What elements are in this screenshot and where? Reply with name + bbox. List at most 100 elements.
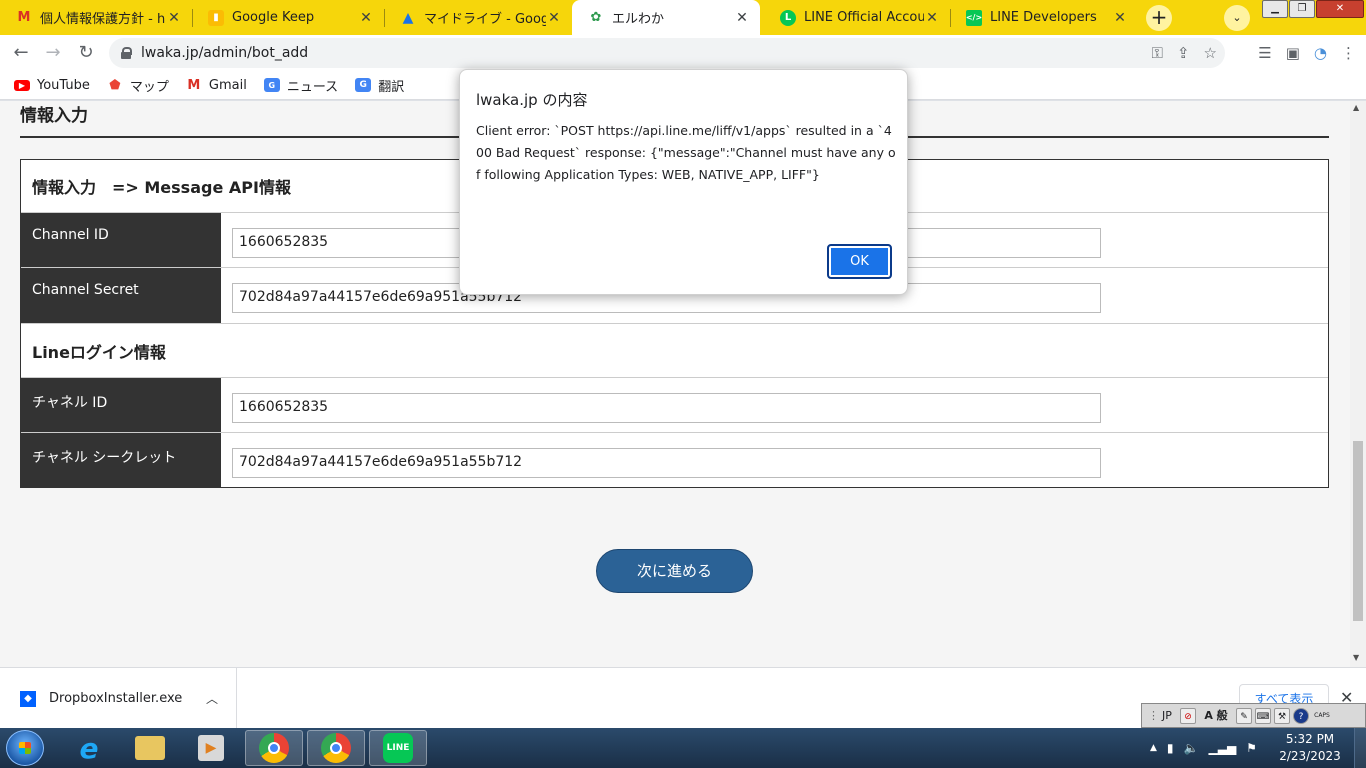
tab-search-button[interactable]: ⌄ <box>1224 5 1250 31</box>
profile-icon[interactable]: ◔ <box>1314 44 1327 62</box>
window-close-button[interactable]: ✕ <box>1316 0 1364 18</box>
bookmark-youtube[interactable]: ▶ YouTube <box>14 78 90 93</box>
line-icon: LINE <box>383 733 413 763</box>
ime-tools-icon[interactable]: ⚒ <box>1274 707 1290 724</box>
login-channel-id-label: チャネル ID <box>21 378 221 432</box>
section-heading: 情報入力 <box>20 106 88 126</box>
close-icon[interactable]: ✕ <box>166 10 182 26</box>
browser-toolbar: ← → ↻ lwaka.jp/admin/bot_add ⚿ ⇪ ☆ ☰ ▣ ◔… <box>0 35 1366 71</box>
bookmark-maps[interactable]: ⬟ マップ <box>107 76 169 95</box>
new-tab-button[interactable]: + <box>1146 5 1172 31</box>
ime-language-bar: ⋮ JP ⊘ A 般 ✎ ⌨ ⚒ ? CAPS <box>1141 703 1366 728</box>
forward-button[interactable]: → <box>40 40 66 66</box>
lock-icon[interactable] <box>121 47 132 59</box>
tab-line-official-account[interactable]: L LINE Official Account ✕ <box>764 0 950 35</box>
ime-dictionary-icon[interactable]: ⌨ <box>1255 707 1271 724</box>
taskbar-chrome-1[interactable] <box>245 730 303 766</box>
keep-icon: ▮ <box>208 9 224 26</box>
more-menu-icon[interactable]: ⋮ <box>1341 44 1356 62</box>
start-button[interactable] <box>6 730 44 766</box>
scrollbar-thumb[interactable] <box>1353 441 1363 621</box>
tab-line-developers[interactable]: </> LINE Developers ✕ <box>950 0 1138 35</box>
reload-button[interactable]: ↻ <box>73 40 99 66</box>
download-item[interactable]: ◆ DropboxInstaller.exe ︿ <box>0 668 237 729</box>
login-channel-id-input[interactable]: 1660652835 <box>232 393 1101 423</box>
show-hidden-icons-icon[interactable]: ▲ <box>1150 743 1157 753</box>
taskbar-media-player[interactable]: ▶ <box>182 730 240 766</box>
channel-secret-label: Channel Secret <box>21 268 221 323</box>
news-icon: G <box>263 78 280 92</box>
bookmark-star-icon[interactable]: ☆ <box>1204 44 1217 62</box>
ime-pad-icon[interactable]: ✎ <box>1236 707 1252 724</box>
network-icon[interactable]: ▁▃▅ <box>1208 741 1236 755</box>
scroll-up-icon[interactable]: ▲ <box>1353 103 1359 112</box>
tab-google-keep[interactable]: ▮ Google Keep ✕ <box>192 0 384 35</box>
caps-kana-icon: CAPS <box>1314 711 1330 719</box>
ime-language[interactable]: JP <box>1157 708 1177 724</box>
minimize-button[interactable]: ▁ <box>1262 0 1288 18</box>
clock-time: 5:32 PM <box>1285 732 1335 746</box>
next-button[interactable]: 次に進める <box>596 549 753 593</box>
scroll-down-icon[interactable]: ▼ <box>1353 653 1359 662</box>
close-icon[interactable]: ✕ <box>1112 10 1128 26</box>
bookmark-gmail[interactable]: M Gmail <box>186 77 247 93</box>
key-icon[interactable]: ⚿ <box>1152 44 1163 62</box>
bookmark-label: YouTube <box>37 77 90 93</box>
ime-mode[interactable]: A 般 <box>1199 708 1233 724</box>
tab-privacy-policy[interactable]: M 個人情報保護方針 - ho ✕ <box>0 0 192 35</box>
taskbar-line[interactable]: LINE <box>369 730 427 766</box>
bookmark-translate[interactable]: G 翻訳 <box>355 76 404 95</box>
close-icon[interactable]: ✕ <box>734 10 750 26</box>
close-icon[interactable]: ✕ <box>358 10 374 26</box>
ime-icon[interactable]: ⊘ <box>1180 707 1196 724</box>
address-bar[interactable]: lwaka.jp/admin/bot_add ⚿ ⇪ ☆ <box>109 38 1225 68</box>
volume-icon[interactable]: 🔈 <box>1184 741 1199 755</box>
tab-title: エルわか <box>612 12 665 27</box>
internet-explorer-icon: e <box>79 731 99 765</box>
taskbar: e ▶ LINE ▲ ▮ 🔈 ▁▃▅ ⚑ 5:32 PM 2/23/2023 <box>0 728 1366 768</box>
taskbar-chrome-2[interactable] <box>307 730 365 766</box>
dialog-title: lwaka.jp の内容 <box>476 91 588 109</box>
site-icon: ✿ <box>590 10 602 25</box>
close-icon[interactable]: ✕ <box>924 10 940 26</box>
chrome-icon <box>321 733 351 763</box>
close-icon[interactable]: ✕ <box>546 10 562 26</box>
maximize-button[interactable]: ❐ <box>1289 0 1315 18</box>
bookmark-label: Gmail <box>208 77 247 93</box>
folder-icon <box>135 736 165 760</box>
tray-app-icon[interactable]: ▮ <box>1167 741 1174 755</box>
tab-title: Google Keep <box>232 10 315 25</box>
login-channel-secret-input[interactable]: 702d84a97a44157e6de69a951a55b712 <box>232 448 1101 478</box>
share-icon[interactable]: ⇪ <box>1177 44 1190 62</box>
bookmark-label: ニュース <box>286 79 339 95</box>
group-heading-line-login: Lineログイン情報 <box>21 324 1328 378</box>
line-icon: L <box>780 9 796 26</box>
page-scrollbar[interactable]: ▲ ▼ <box>1350 101 1366 667</box>
ok-button[interactable]: OK <box>827 244 892 279</box>
url-text[interactable]: lwaka.jp/admin/bot_add <box>141 45 308 61</box>
taskbar-internet-explorer[interactable]: e <box>60 730 118 766</box>
media-player-icon: ▶ <box>198 735 224 761</box>
login-channel-secret-label: チャネル シークレット <box>21 433 221 487</box>
bookmark-label: 翻訳 <box>378 79 405 95</box>
window-controls: ▁ ❐ ✕ <box>1262 0 1365 18</box>
form-row-login-channel-id: チャネル ID 1660652835 <box>21 378 1328 433</box>
flag-icon[interactable]: ⚑ <box>1246 741 1257 755</box>
tab-lwaka[interactable]: ✿ エルわか ✕ <box>572 0 760 35</box>
side-panel-icon[interactable]: ▣ <box>1286 44 1300 62</box>
grip-icon[interactable]: ⋮ <box>1148 708 1159 724</box>
back-button[interactable]: ← <box>8 40 34 66</box>
line-developers-icon: </> <box>966 9 982 26</box>
show-desktop-button[interactable] <box>1354 728 1366 768</box>
chrome-icon <box>259 733 289 763</box>
reading-list-icon[interactable]: ☰ <box>1258 44 1271 62</box>
taskbar-clock[interactable]: 5:32 PM 2/23/2023 <box>1270 731 1350 765</box>
chevron-up-icon[interactable]: ︿ <box>206 690 218 707</box>
dialog-message: Client error: `POST https://api.line.me/… <box>476 123 896 182</box>
bookmark-news[interactable]: G ニュース <box>263 76 339 95</box>
taskbar-file-explorer[interactable] <box>121 730 179 766</box>
tab-strip: M 個人情報保護方針 - ho ✕ ▮ Google Keep ✕ ▲ マイドラ… <box>0 0 1366 35</box>
maps-icon: ⬟ <box>109 77 121 93</box>
help-icon[interactable]: ? <box>1293 707 1309 724</box>
tab-my-drive[interactable]: ▲ マイドライブ - Google ✕ <box>384 0 572 35</box>
